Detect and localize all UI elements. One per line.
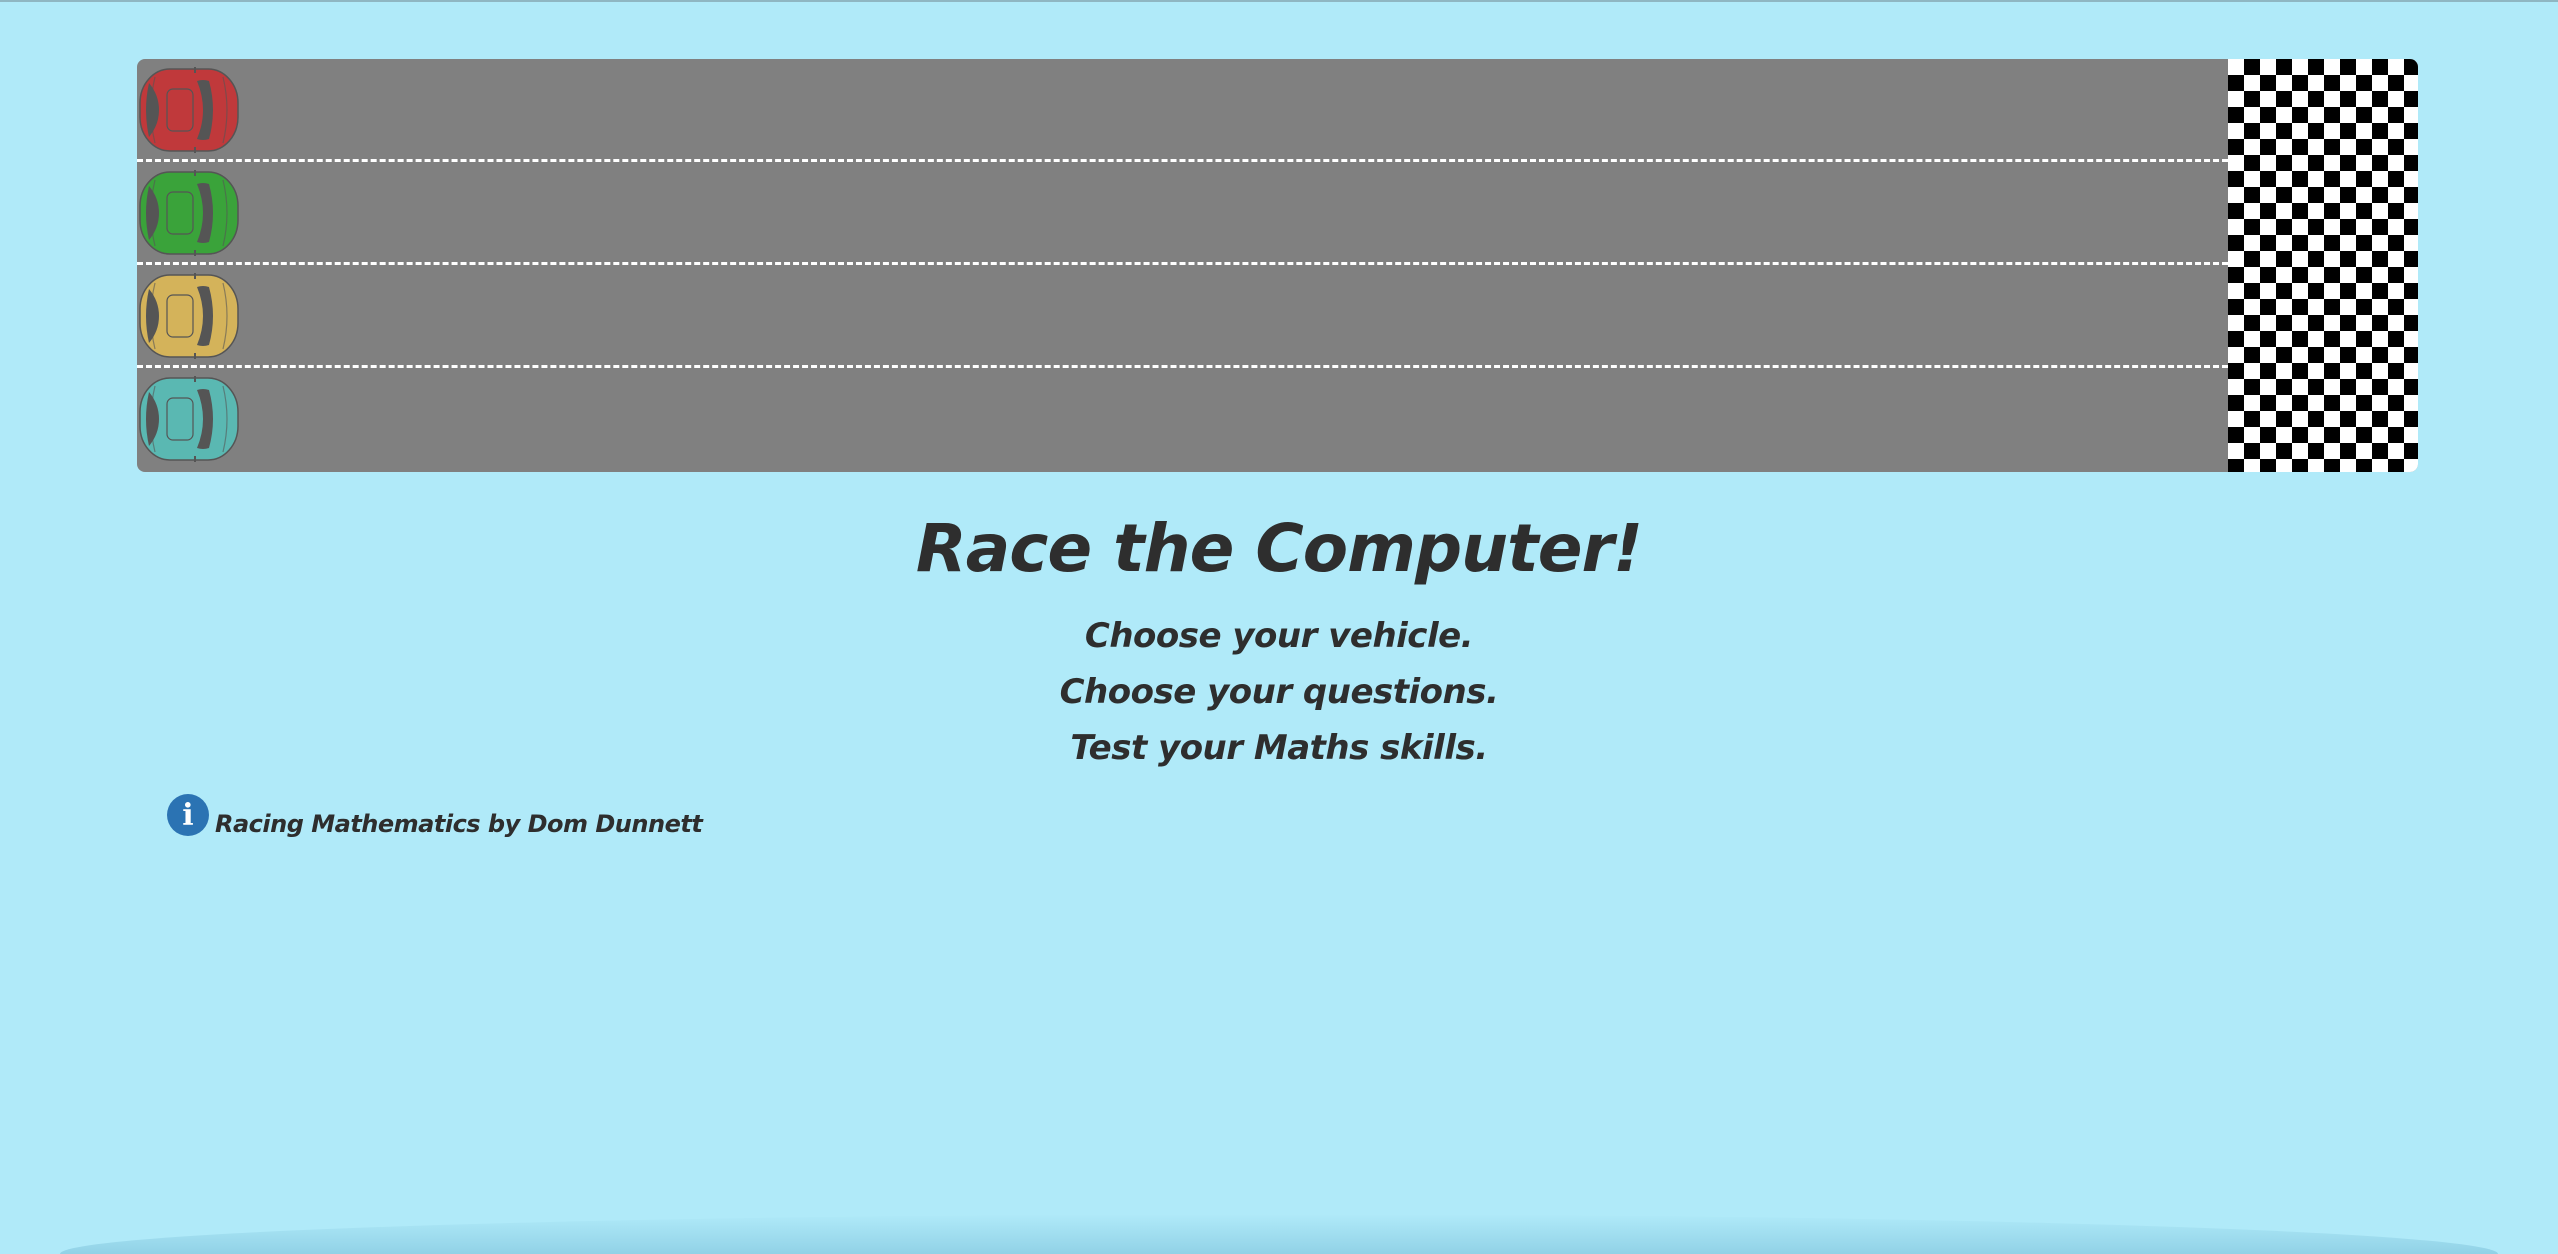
track-lane-4 (137, 368, 2228, 472)
tagline-vehicle: Choose your vehicle. (1084, 616, 1474, 656)
green-car[interactable] (137, 166, 241, 260)
teal-car[interactable] (137, 372, 241, 466)
track-lane-1 (137, 59, 2228, 162)
finish-line (2228, 59, 2418, 472)
info-icon[interactable]: i (167, 794, 209, 836)
tagline-maths: Test your Maths skills. (1070, 728, 1488, 768)
track-lane-3 (137, 265, 2228, 368)
credit-text: Racing Mathematics by Dom Dunnett (215, 810, 703, 838)
track-lane-2 (137, 162, 2228, 265)
tagline-questions: Choose your questions. (1059, 672, 1499, 712)
credit: i Racing Mathematics by Dom Dunnett (167, 794, 703, 838)
red-car[interactable] (137, 63, 241, 157)
page-title: Race the Computer! (915, 510, 1643, 587)
race-track (137, 59, 2418, 472)
game-screen: Race the Computer! Choose your vehicle. … (0, 0, 2558, 1254)
yellow-car[interactable] (137, 269, 241, 363)
